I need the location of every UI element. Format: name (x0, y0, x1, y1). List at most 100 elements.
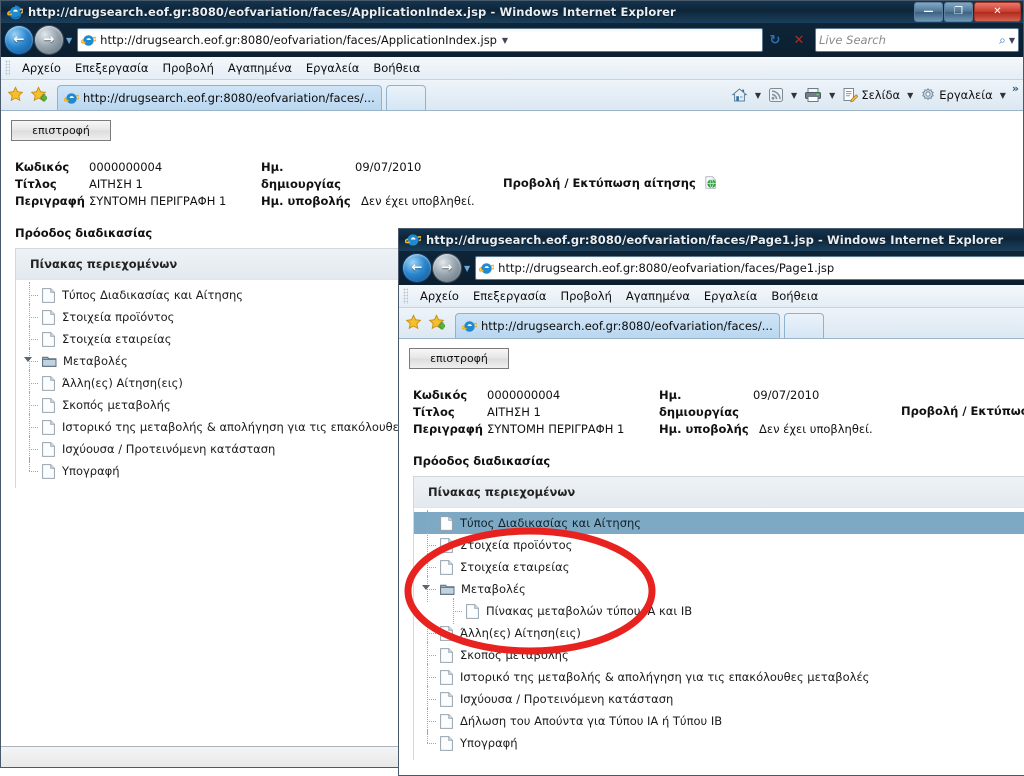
menu-item-help[interactable]: Βοήθεια (764, 287, 825, 305)
minimize-button[interactable]: — (914, 2, 943, 22)
menu-item-tools[interactable]: Εργαλεία (299, 59, 366, 77)
stop-button[interactable]: ✕ (787, 29, 811, 51)
new-tab-button-front[interactable] (783, 313, 824, 338)
print-button[interactable] (801, 85, 825, 105)
browser-window-front[interactable]: http://drugsearch.eof.gr:8080/eofvariati… (398, 228, 1024, 776)
return-button-front[interactable]: επιστροφή (409, 348, 509, 369)
search-provider-chevron-down-icon[interactable]: ▼ (1009, 36, 1015, 45)
tab-page-back[interactable]: http://drugsearch.eof.gr:8080/eofvariati… (57, 85, 382, 110)
print-chevron-down-icon[interactable]: ▼ (826, 91, 838, 100)
recent-pages-chevron-down-icon[interactable]: ▼ (464, 264, 470, 273)
favorites-star-icon[interactable] (405, 313, 422, 331)
menu-item-edit[interactable]: Επεξεργασία (68, 59, 155, 77)
toc-tree-item[interactable]: Στοιχεία προϊόντος (414, 532, 1024, 558)
command-bar-back[interactable]: ▼ ▼ ▼ Σελίδα ▼ Εργαλεία ▼ » (728, 82, 1019, 108)
back-button[interactable]: ← (403, 254, 431, 282)
field-value: 0000000004 (487, 388, 561, 402)
menu-item-view[interactable]: Προβολή (155, 59, 220, 77)
toc-tree-item[interactable]: Πίνακας μεταβολών τύπου ΙΑ και ΙΒ (414, 598, 1024, 624)
titlebar-back[interactable]: http://drugsearch.eof.gr:8080/eofvariati… (1, 1, 1023, 23)
toc-tree-item[interactable]: Ιστορικό της μεταβολής & απολήγηση για τ… (414, 664, 1024, 690)
tools-menu-button[interactable]: Εργαλεία (917, 85, 995, 105)
forward-button[interactable]: → (35, 26, 63, 54)
document-icon-wrap (440, 713, 460, 729)
document-icon-wrap (440, 647, 460, 663)
menu-item-help[interactable]: Βοήθεια (366, 59, 427, 77)
favorites-area-front[interactable] (405, 308, 451, 338)
folder-icon (440, 584, 455, 595)
back-arrow-icon: ← (13, 32, 25, 48)
printer-icon (805, 88, 822, 102)
document-icon (42, 309, 55, 325)
command-bar-overflow-icon[interactable]: » (1012, 82, 1019, 95)
menu-item-edit[interactable]: Επεξεργασία (466, 287, 553, 305)
feeds-button[interactable] (765, 85, 787, 105)
search-icon[interactable]: ⌕ (999, 33, 1006, 48)
document-icon-wrap (42, 441, 62, 457)
navigation-bar-back[interactable]: ← → ▼ http://drugsearch.eof.gr:8080/eofv… (1, 23, 1023, 57)
home-chevron-down-icon[interactable]: ▼ (752, 91, 764, 100)
page-icon (843, 88, 859, 103)
toc-tree-item[interactable]: Τύπος Διαδικασίας και Αίτησης (414, 510, 1024, 536)
address-bar-back[interactable]: http://drugsearch.eof.gr:8080/eofvariati… (77, 28, 763, 52)
recent-pages-chevron-down-icon[interactable]: ▼ (66, 36, 72, 45)
tree-connector (414, 686, 440, 712)
expand-collapse-triangle-icon[interactable] (24, 357, 32, 362)
page-menu-button[interactable]: Σελίδα (839, 85, 903, 105)
toc-tree-item[interactable]: Υπογραφή (414, 730, 1024, 754)
menu-bar-back[interactable]: Αρχείο Επεξεργασία Προβολή Αγαπημένα Εργ… (1, 57, 1023, 80)
close-button[interactable]: ✕ (974, 2, 1021, 22)
menu-item-tools[interactable]: Εργαλεία (697, 287, 764, 305)
tree-connector (16, 304, 42, 330)
return-button-back[interactable]: επιστροφή (11, 120, 111, 141)
titlebar-front[interactable]: http://drugsearch.eof.gr:8080/eofvariati… (399, 229, 1024, 251)
tree-connector (414, 664, 440, 690)
live-search-placeholder[interactable]: Live Search (819, 33, 999, 47)
favorites-star-icon[interactable] (7, 85, 24, 103)
feeds-chevron-down-icon[interactable]: ▼ (788, 91, 800, 100)
window-controls-back[interactable]: — ❐ ✕ (914, 2, 1021, 22)
menu-item-file[interactable]: Αρχείο (15, 59, 68, 77)
live-search-box[interactable]: Live Search ⌕ ▼ (815, 28, 1019, 52)
toc-tree-item[interactable]: Στοιχεία εταιρείας (414, 554, 1024, 580)
document-icon-wrap (440, 669, 460, 685)
page-chevron-down-icon[interactable]: ▼ (904, 91, 916, 100)
toc-tree-item[interactable]: Σκοπός μεταβολής (414, 642, 1024, 668)
home-button[interactable] (728, 85, 751, 105)
favorites-area-back[interactable] (7, 80, 53, 110)
menu-item-file[interactable]: Αρχείο (413, 287, 466, 305)
address-input-back[interactable]: http://drugsearch.eof.gr:8080/eofvariati… (100, 33, 497, 47)
menu-grip-handle[interactable] (5, 60, 10, 76)
toc-tree-item[interactable]: Δήλωση του Απούντα για Τύπου ΙΑ ή Τύπου … (414, 708, 1024, 734)
print-application-link-front[interactable]: Προβολή / Εκτύπωσ (901, 404, 1024, 418)
address-bar-front[interactable]: http://drugsearch.eof.gr:8080/eofvariati… (475, 256, 1024, 280)
add-to-favorites-icon[interactable] (428, 313, 445, 331)
add-to-favorites-icon[interactable] (30, 85, 47, 103)
tab-bar-front[interactable]: http://drugsearch.eof.gr:8080/eofvariati… (399, 308, 1024, 339)
forward-button[interactable]: → (433, 254, 461, 282)
refresh-button[interactable]: ↻ (763, 29, 787, 51)
tools-chevron-down-icon[interactable]: ▼ (997, 91, 1009, 100)
new-tab-button-back[interactable] (385, 85, 426, 110)
tab-bar-back[interactable]: http://drugsearch.eof.gr:8080/eofvariati… (1, 80, 1023, 111)
toc-tree-item[interactable]: Ισχύουσα / Προτεινόμενη κατάσταση (414, 686, 1024, 712)
back-button[interactable]: ← (5, 26, 33, 54)
menu-grip-handle[interactable] (403, 288, 408, 304)
menu-item-favorites[interactable]: Αγαπημένα (619, 287, 697, 305)
navigation-bar-front[interactable]: ← → ▼ http://drugsearch.eof.gr:8080/eofv… (399, 251, 1024, 285)
print-application-link-back[interactable]: Προβολή / Εκτύπωση αίτησης (503, 176, 717, 190)
address-chevron-down-icon[interactable]: ▼ (497, 36, 513, 45)
tab-page-front[interactable]: http://drugsearch.eof.gr:8080/eofvariati… (455, 313, 780, 338)
menu-bar-front[interactable]: Αρχείο Επεξεργασία Προβολή Αγαπημένα Εργ… (399, 285, 1024, 308)
toc-tree-front[interactable]: Τύπος Διαδικασίας και Αίτησης Στοιχεία πρ… (414, 508, 1024, 760)
address-input-front[interactable]: http://drugsearch.eof.gr:8080/eofvariati… (498, 261, 834, 275)
toc-tree-item-label: Στοιχεία προϊόντος (460, 538, 573, 552)
toc-tree-item[interactable]: Άλλη(ες) Αίτηση(εις) (414, 620, 1024, 646)
document-icon-wrap (440, 537, 460, 553)
toc-tree-item-label: Ισχύουσα / Προτεινόμενη κατάσταση (460, 692, 674, 706)
expand-collapse-triangle-icon[interactable] (422, 585, 430, 590)
menu-item-view[interactable]: Προβολή (553, 287, 618, 305)
maximize-button[interactable]: ❐ (944, 2, 973, 22)
menu-item-favorites[interactable]: Αγαπημένα (221, 59, 299, 77)
toc-tree-item[interactable]: Μεταβολές (414, 576, 1024, 602)
